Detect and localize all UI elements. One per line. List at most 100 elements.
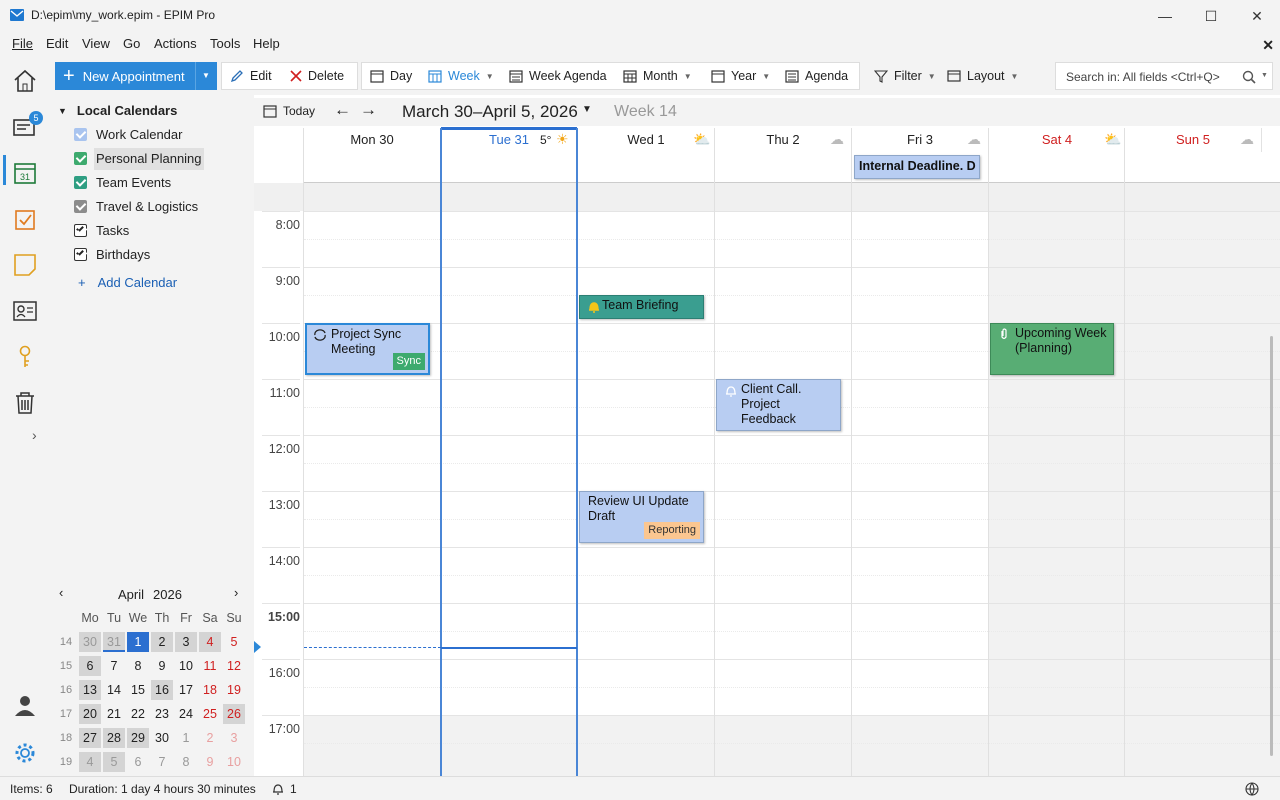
mini-day-cell[interactable]: 30 <box>151 728 173 748</box>
mini-day-cell[interactable]: 29 <box>127 728 149 748</box>
user-icon[interactable] <box>12 692 38 718</box>
mini-day-cell[interactable]: 7 <box>103 656 125 676</box>
minimize-button[interactable]: — <box>1142 0 1188 32</box>
event-team-briefing[interactable]: Team Briefing <box>579 295 704 319</box>
calendar-work[interactable]: Work Calendar <box>74 124 182 144</box>
prev-arrow-icon[interactable]: ← <box>334 100 351 120</box>
trash-icon[interactable] <box>12 390 38 416</box>
event-review-ui[interactable]: Review UI Update Draft Reporting <box>579 491 704 543</box>
mini-day-cell[interactable]: 9 <box>199 752 221 772</box>
mini-day-cell[interactable]: 2 <box>151 632 173 652</box>
calendar-icon[interactable]: 31 <box>12 160 38 186</box>
event-upcoming-week[interactable]: Upcoming Week (Planning) <box>990 323 1114 375</box>
menu-view[interactable]: View <box>82 36 110 51</box>
calendar-travel[interactable]: Travel & Logistics <box>74 196 198 216</box>
layout-button[interactable]: Layout ▼ <box>947 61 1018 91</box>
mini-day-cell[interactable]: 11 <box>199 656 221 676</box>
mini-day-cell[interactable]: 8 <box>175 752 197 772</box>
view-month-button[interactable]: Month ▼ <box>623 61 692 91</box>
calendar-team-events[interactable]: Team Events <box>74 172 171 192</box>
tasks-checkbox[interactable] <box>74 223 87 237</box>
event-project-sync[interactable]: Project Sync Meeting Sync <box>305 323 430 375</box>
close-window-button[interactable]: ✕ <box>1234 0 1280 32</box>
view-week-button[interactable]: Week ▼ <box>428 61 494 91</box>
mini-day-cell[interactable]: 22 <box>127 704 149 724</box>
mini-day-cell[interactable]: 3 <box>223 728 245 748</box>
mini-next-button[interactable]: › <box>234 585 238 600</box>
birthdays-checkbox[interactable] <box>74 247 87 261</box>
mini-day-cell[interactable]: 12 <box>223 656 245 676</box>
work-calendar-checkbox[interactable] <box>74 127 87 141</box>
expand-rail-button[interactable]: › <box>32 427 37 443</box>
calendar-personal[interactable]: Personal Planning <box>74 148 202 168</box>
mini-day-cell[interactable]: 25 <box>199 704 221 724</box>
mini-day-cell[interactable]: 4 <box>79 752 101 772</box>
mini-day-cell[interactable]: 21 <box>103 704 125 724</box>
day-header[interactable]: Mon 30 <box>304 128 441 152</box>
mini-day-cell[interactable]: 19 <box>223 680 245 700</box>
mini-day-cell[interactable]: 17 <box>175 680 197 700</box>
mini-day-cell[interactable]: 1 <box>127 632 149 652</box>
mini-day-cell[interactable]: 6 <box>79 656 101 676</box>
contacts-icon[interactable] <box>12 298 38 324</box>
filter-button[interactable]: Filter ▼ <box>874 61 936 91</box>
edit-button[interactable]: Edit <box>230 61 272 91</box>
mini-day-cell[interactable]: 28 <box>103 728 125 748</box>
search-icon[interactable] <box>1242 70 1256 84</box>
mini-day-cell[interactable]: 7 <box>151 752 173 772</box>
view-year-button[interactable]: Year ▼ <box>711 61 770 91</box>
range-chevron-icon[interactable]: ▼ <box>582 104 592 115</box>
search-input[interactable]: Search in: All fields <Ctrl+Q> ▼ <box>1055 62 1273 90</box>
delete-button[interactable]: Delete <box>290 61 344 91</box>
close-document-button[interactable]: ✕ <box>1262 37 1274 54</box>
notes-icon[interactable] <box>12 252 38 278</box>
local-calendars-header[interactable]: ▼ Local Calendars <box>58 103 177 118</box>
menu-tools[interactable]: Tools <box>210 36 240 51</box>
mini-day-cell[interactable]: 6 <box>127 752 149 772</box>
mini-day-cell[interactable]: 13 <box>79 680 101 700</box>
menu-file[interactable]: File <box>12 36 33 51</box>
calendar-birthdays[interactable]: Birthdays <box>74 244 150 264</box>
mini-day-cell[interactable]: 20 <box>79 704 101 724</box>
new-appointment-button[interactable]: + New Appointment ▼ <box>55 62 217 90</box>
mini-day-cell[interactable]: 10 <box>223 752 245 772</box>
view-day-button[interactable]: Day <box>370 61 412 91</box>
menu-go[interactable]: Go <box>123 36 140 51</box>
mini-day-cell[interactable]: 31 <box>103 632 125 652</box>
mini-day-cell[interactable]: 18 <box>199 680 221 700</box>
menu-edit[interactable]: Edit <box>46 36 68 51</box>
next-arrow-icon[interactable]: → <box>360 100 377 120</box>
maximize-button[interactable]: ☐ <box>1188 0 1234 32</box>
personal-planning-checkbox[interactable] <box>74 151 87 165</box>
home-icon[interactable] <box>12 68 38 94</box>
mini-day-cell[interactable]: 8 <box>127 656 149 676</box>
globe-icon[interactable] <box>1245 782 1259 796</box>
today-button[interactable]: Today <box>263 104 315 118</box>
mini-day-cell[interactable]: 30 <box>79 632 101 652</box>
tasks-icon[interactable] <box>12 206 38 232</box>
calendar-tasks[interactable]: Tasks <box>74 220 129 240</box>
mini-day-cell[interactable]: 4 <box>199 632 221 652</box>
event-client-call[interactable]: Client Call. Project Feedback <box>716 379 841 431</box>
reminder-bell-icon[interactable] <box>271 782 285 796</box>
view-week-agenda-button[interactable]: Week Agenda <box>509 61 607 91</box>
mini-day-cell[interactable]: 16 <box>151 680 173 700</box>
travel-checkbox[interactable] <box>74 199 87 213</box>
allday-event-deadline[interactable]: Internal Deadline. D <box>854 155 980 179</box>
mini-day-cell[interactable]: 9 <box>151 656 173 676</box>
mini-day-cell[interactable]: 2 <box>199 728 221 748</box>
mini-day-cell[interactable]: 14 <box>103 680 125 700</box>
mini-day-cell[interactable]: 24 <box>175 704 197 724</box>
menu-actions[interactable]: Actions <box>154 36 197 51</box>
mini-day-cell[interactable]: 23 <box>151 704 173 724</box>
mini-prev-button[interactable]: ‹ <box>59 585 63 600</box>
mini-day-cell[interactable]: 1 <box>175 728 197 748</box>
settings-gear-icon[interactable] <box>12 740 38 766</box>
mini-day-cell[interactable]: 10 <box>175 656 197 676</box>
mini-day-cell[interactable]: 3 <box>175 632 197 652</box>
team-events-checkbox[interactable] <box>74 175 87 189</box>
mini-day-cell[interactable]: 5 <box>103 752 125 772</box>
view-agenda-button[interactable]: Agenda <box>785 61 848 91</box>
add-calendar-link[interactable]: + Add Calendar <box>78 272 177 292</box>
chevron-down-icon[interactable]: ▼ <box>202 71 210 80</box>
